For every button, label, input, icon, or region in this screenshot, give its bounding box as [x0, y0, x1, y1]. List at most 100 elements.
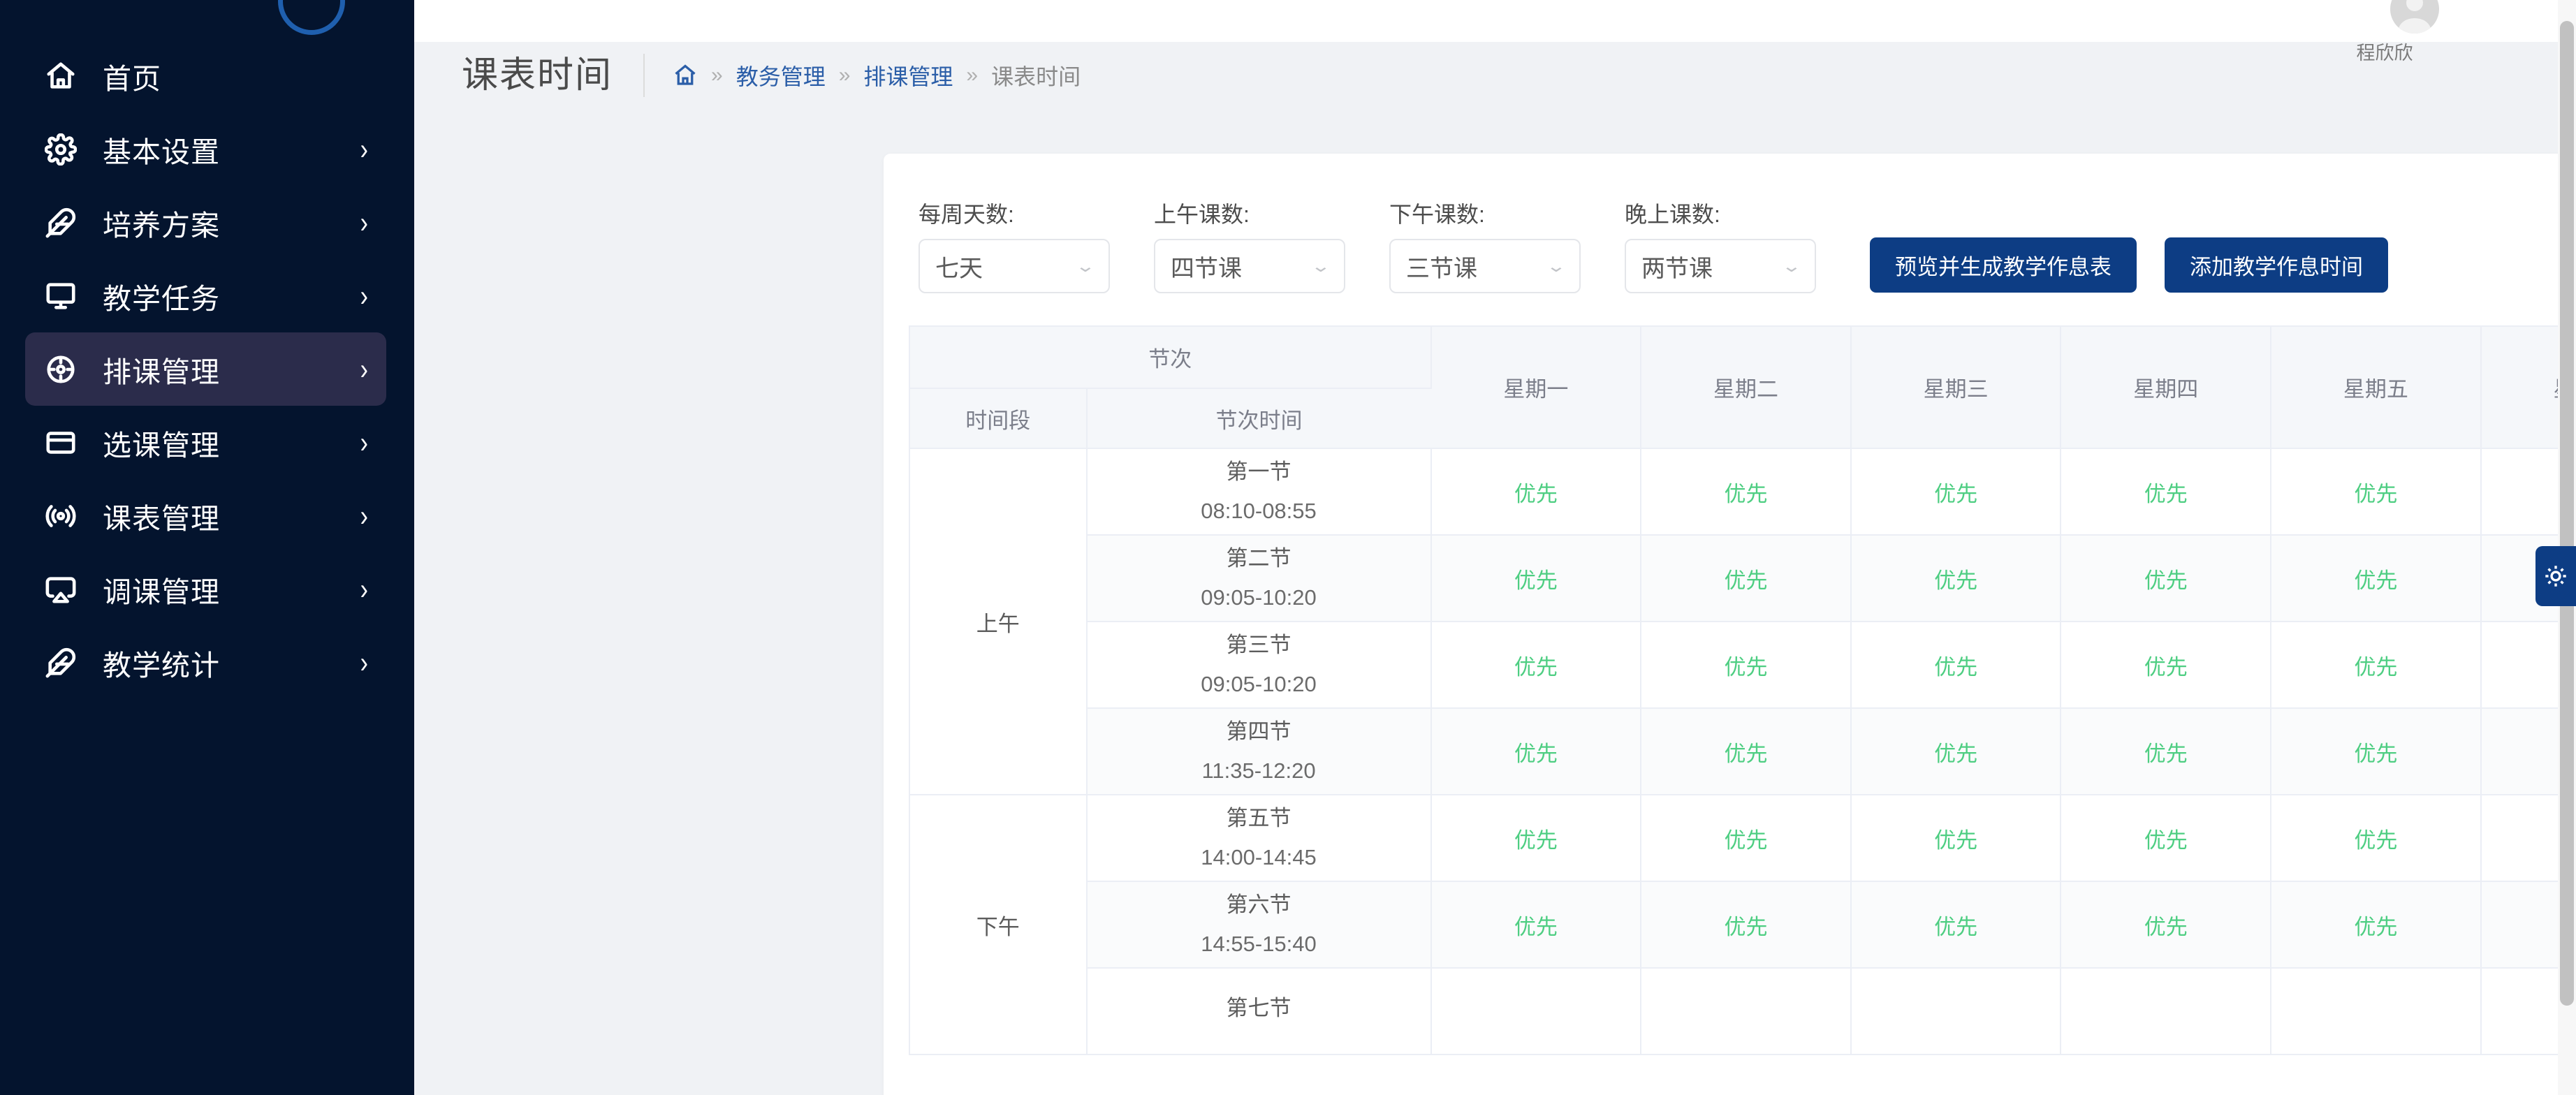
- day-cell-3[interactable]: 优先: [1850, 622, 2062, 709]
- airplay-icon: [42, 571, 80, 608]
- sidebar-item-2[interactable]: 基本设置 ›: [25, 112, 386, 186]
- day-cell-1[interactable]: 优先: [1430, 795, 1642, 882]
- sidebar-item-8[interactable]: 调课管理 ›: [25, 552, 386, 626]
- day-cell-1[interactable]: 优先: [1430, 708, 1642, 795]
- feather-icon: [42, 644, 80, 682]
- day-cell-3[interactable]: 优先: [1850, 535, 2062, 622]
- day-cell-4[interactable]: 优先: [2061, 448, 2272, 536]
- table-row: 第三节09:05-10:20优先优先优先优先优先禁排编辑删除: [910, 622, 2576, 709]
- filter-label: 晚上课数:: [1625, 202, 1720, 227]
- status-badge: 优先: [1514, 568, 1558, 593]
- day-cell-4[interactable]: 优先: [2061, 795, 2272, 882]
- day-cell-2[interactable]: 优先: [1641, 881, 1852, 969]
- status-badge: 优先: [2354, 914, 2398, 939]
- status-badge: 优先: [1934, 654, 1978, 679]
- user-menu[interactable]: 程欣欣: [2330, 0, 2439, 65]
- day-cell-4[interactable]: 优先: [2061, 535, 2272, 622]
- afternoon-periods-select[interactable]: 三节课 ⌄: [1389, 239, 1581, 293]
- schedule-table: 节次 星期一 星期二 星期三 星期四 星期五 星期六 操作 时间段 节次时间: [910, 327, 2576, 1055]
- day-cell-5[interactable]: 优先: [2271, 622, 2482, 709]
- day-cell-2[interactable]: 优先: [1641, 535, 1852, 622]
- header-day-3: 星期三: [1850, 327, 2062, 449]
- day-cell-3[interactable]: [1850, 968, 2062, 1055]
- add-schedule-time-button[interactable]: 添加教学作息时间: [2165, 237, 2388, 293]
- header-period-time: 节次时间: [1086, 388, 1431, 449]
- day-cell-4[interactable]: [2061, 968, 2272, 1055]
- slot-cell: 第五节 14:00-14:45: [1086, 795, 1432, 882]
- slot-time: 11:35-12:20: [1201, 758, 1316, 783]
- sidebar-item-label: 排课管理: [103, 355, 220, 388]
- username: 程欣欣: [2356, 43, 2413, 64]
- day-cell-3[interactable]: 优先: [1850, 708, 2062, 795]
- sidebar-item-4[interactable]: 教学任务 ›: [25, 259, 386, 332]
- day-cell-4[interactable]: 优先: [2061, 708, 2272, 795]
- day-cell-1[interactable]: 优先: [1430, 448, 1642, 536]
- day-cell-5[interactable]: 优先: [2271, 448, 2482, 536]
- day-cell-5[interactable]: 优先: [2271, 708, 2482, 795]
- status-badge: 优先: [2354, 568, 2398, 593]
- status-badge: 优先: [1514, 741, 1558, 766]
- chevron-right-icon: ›: [360, 645, 368, 679]
- divider: [643, 54, 645, 97]
- day-cell-3[interactable]: 优先: [1850, 881, 2062, 969]
- day-cell-5[interactable]: 优先: [2271, 795, 2482, 882]
- status-badge: 优先: [1724, 741, 1768, 766]
- preview-generate-button[interactable]: 预览并生成教学作息表: [1870, 237, 2137, 293]
- weekly-days-select[interactable]: 七天 ⌄: [919, 239, 1110, 293]
- table-body: 上午第一节08:10-08:55优先优先优先优先优先禁排编辑删除第二节09:05…: [910, 448, 2576, 1055]
- day-cell-3[interactable]: 优先: [1850, 795, 2062, 882]
- select-value: 三节课: [1406, 255, 1477, 282]
- table-row: 第六节14:55-15:40优先优先优先优先优先禁排编辑删除: [910, 881, 2576, 969]
- chevron-right-icon: ›: [360, 499, 368, 533]
- day-cell-2[interactable]: 优先: [1641, 708, 1852, 795]
- sidebar-item-1[interactable]: 首页: [25, 39, 386, 112]
- theme-settings-tab[interactable]: [2535, 546, 2576, 606]
- day-cell-5[interactable]: [2271, 968, 2482, 1055]
- day-cell-5[interactable]: 优先: [2271, 881, 2482, 969]
- scrollbar-thumb[interactable]: [2560, 21, 2574, 1006]
- day-cell-2[interactable]: 优先: [1641, 448, 1852, 536]
- day-cell-2[interactable]: [1641, 968, 1852, 1055]
- breadcrumb-item-current: 课表时间: [991, 64, 1081, 89]
- home-icon[interactable]: [673, 63, 698, 88]
- sidebar-item-3[interactable]: 培养方案 ›: [25, 186, 386, 259]
- day-cell-4[interactable]: 优先: [2061, 881, 2272, 969]
- status-badge: 优先: [2144, 741, 2188, 766]
- sidebar-item-label: 基本设置: [103, 135, 220, 168]
- day-cell-3[interactable]: 优先: [1850, 448, 2062, 536]
- breadcrumb-item-paike[interactable]: 排课管理: [863, 59, 953, 91]
- day-cell-1[interactable]: [1430, 968, 1642, 1055]
- sidebar-item-6[interactable]: 选课管理 ›: [25, 406, 386, 479]
- status-badge: 优先: [1514, 654, 1558, 679]
- card-icon: [42, 424, 80, 462]
- day-cell-2[interactable]: 优先: [1641, 622, 1852, 709]
- status-badge: 优先: [1724, 568, 1768, 593]
- status-badge: 优先: [1934, 481, 1978, 506]
- header-time-period: 时间段: [910, 388, 1088, 449]
- sidebar-item-9[interactable]: 教学统计 ›: [25, 626, 386, 699]
- header-day-5: 星期五: [2271, 327, 2482, 449]
- status-badge: 优先: [2354, 828, 2398, 853]
- morning-periods-select[interactable]: 四节课 ⌄: [1154, 239, 1345, 293]
- sidebar-item-5[interactable]: 排课管理 ›: [25, 332, 386, 406]
- day-cell-1[interactable]: 优先: [1430, 622, 1642, 709]
- sidebar-item-label: 教学统计: [103, 649, 220, 682]
- filter-3: 下午课数: 三节课 ⌄: [1389, 197, 1581, 293]
- chevron-right-icon: ›: [360, 352, 368, 386]
- avatar[interactable]: [2390, 0, 2439, 34]
- evening-periods-select[interactable]: 两节课 ⌄: [1625, 239, 1816, 293]
- day-cell-1[interactable]: 优先: [1430, 881, 1642, 969]
- breadcrumb: » 教务管理 » 排课管理 » 课表时间: [673, 59, 1081, 91]
- sidebar-item-7[interactable]: 课表管理 ›: [25, 479, 386, 552]
- header-day-1: 星期一: [1430, 327, 1642, 449]
- action-buttons: 预览并生成教学作息表 添加教学作息时间: [1870, 237, 2388, 293]
- sidebar: 首页 基本设置 › 培养方案 › 教学任务 › 排课管理 › 选课管理 › 课表管理 › 调课管理 › 教学统…: [0, 0, 414, 1095]
- day-cell-1[interactable]: 优先: [1430, 535, 1642, 622]
- day-cell-2[interactable]: 优先: [1641, 795, 1852, 882]
- day-cell-4[interactable]: 优先: [2061, 622, 2272, 709]
- slot-name: 第六节: [1226, 892, 1291, 917]
- filter-label: 每周天数:: [919, 202, 1014, 227]
- breadcrumb-item-jiaowu[interactable]: 教务管理: [736, 59, 826, 91]
- chevron-down-icon: ⌄: [1781, 256, 1802, 276]
- day-cell-5[interactable]: 优先: [2271, 535, 2482, 622]
